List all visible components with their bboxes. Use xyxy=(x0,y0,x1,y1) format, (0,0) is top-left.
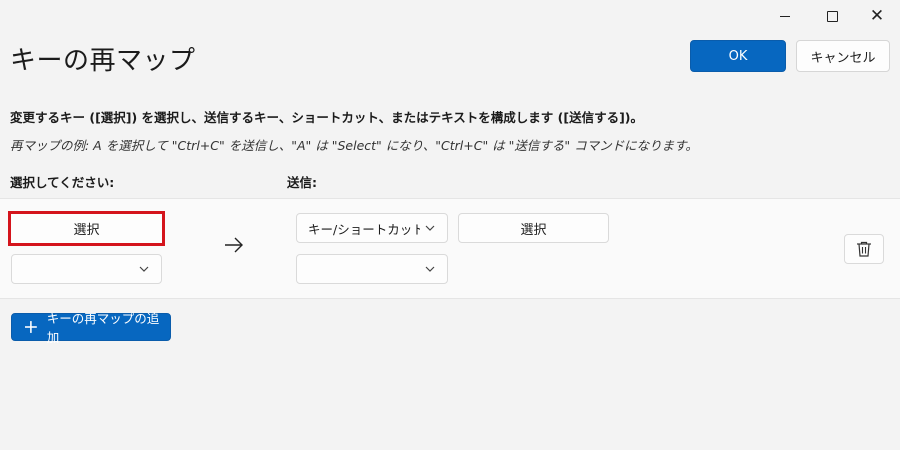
target-type-dropdown[interactable]: キー/ショートカットの送 xyxy=(296,213,448,243)
close-icon: ✕ xyxy=(869,5,885,26)
chevron-down-icon xyxy=(139,266,149,272)
mapping-row: 選択 キー/ショートカットの送 選択 xyxy=(0,198,900,299)
send-column-label: 送信: xyxy=(287,175,317,190)
maximize-icon xyxy=(826,10,838,22)
trash-icon xyxy=(857,241,871,257)
minimize-icon xyxy=(780,15,790,17)
chevron-down-icon xyxy=(425,266,435,272)
maximize-button[interactable] xyxy=(809,0,855,32)
title-bar: ✕ xyxy=(0,0,900,32)
add-remap-button[interactable]: キーの再マップの追加 xyxy=(11,311,171,345)
minimize-button[interactable] xyxy=(762,0,808,32)
page-title: キーの再マップ xyxy=(10,46,196,76)
select-column-label: 選択してください: xyxy=(10,175,115,190)
example-text: 再マップの例: A を選択して "Ctrl+C" を送信し、"A" は "Sel… xyxy=(10,138,698,153)
cancel-button[interactable]: キャンセル xyxy=(796,40,890,72)
source-select-button[interactable]: 選択 xyxy=(8,211,165,246)
delete-mapping-button[interactable] xyxy=(844,234,884,264)
add-remap-label: キーの再マップの追加 xyxy=(46,311,160,345)
source-key-dropdown[interactable] xyxy=(11,254,162,284)
target-type-value: キー/ショートカットの送 xyxy=(308,221,420,237)
target-select-button[interactable]: 選択 xyxy=(458,213,609,243)
plus-icon xyxy=(24,321,37,333)
ok-button[interactable]: OK xyxy=(690,40,786,72)
close-button[interactable]: ✕ xyxy=(854,0,900,32)
target-key-dropdown[interactable] xyxy=(296,254,448,284)
description-text: 変更するキー ([選択]) を選択し、送信するキー、ショートカット、またはテキス… xyxy=(10,110,644,125)
chevron-down-icon xyxy=(425,225,435,231)
arrow-right-icon xyxy=(225,237,243,253)
